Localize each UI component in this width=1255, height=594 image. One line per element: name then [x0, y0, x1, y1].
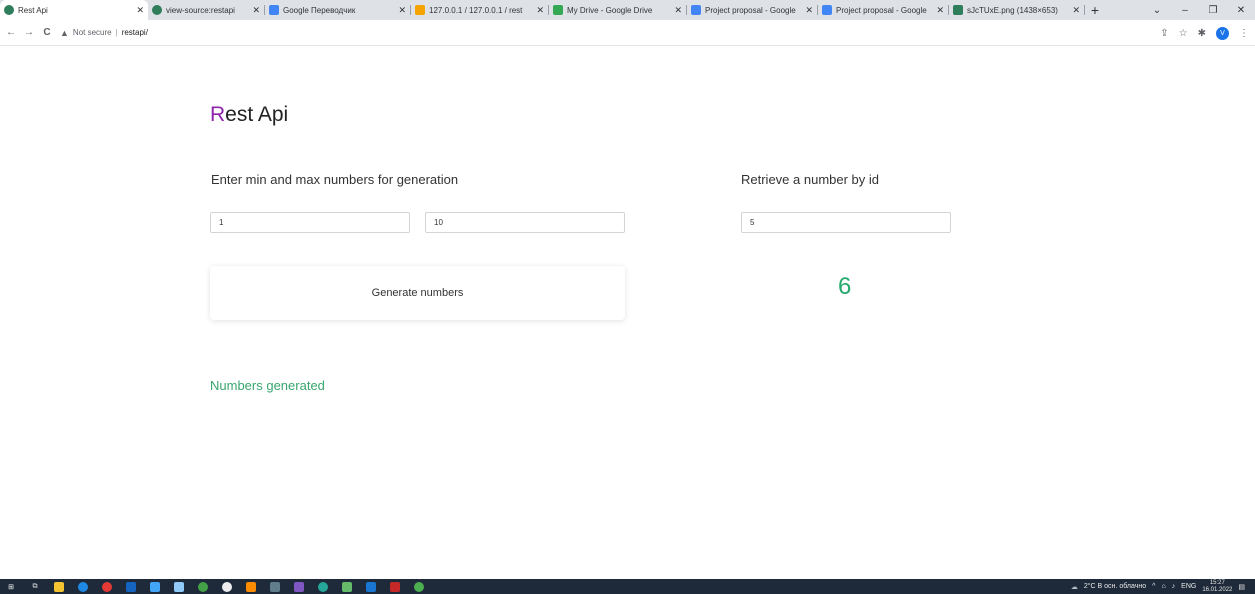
tab-label: Project proposal - Google — [705, 5, 796, 15]
save-icon[interactable] — [174, 581, 184, 592]
id-input[interactable] — [741, 212, 951, 233]
tab-google-drive[interactable]: My Drive - Google Drive ✕ — [549, 0, 686, 20]
back-button[interactable]: ← — [4, 26, 18, 40]
page-title: Rest Api — [210, 103, 288, 127]
docs-icon — [691, 5, 701, 15]
restore-button[interactable]: ❐ — [1199, 5, 1227, 16]
translate-icon — [269, 5, 279, 15]
url-separator: | — [115, 28, 118, 37]
retrieved-number: 6 — [838, 273, 852, 300]
tab-label: Project proposal - Google — [836, 5, 927, 15]
close-window-button[interactable]: ✕ — [1227, 5, 1255, 16]
weather-icon[interactable]: ☁ — [1071, 583, 1078, 591]
notifications-icon[interactable]: ▤ — [1238, 583, 1245, 591]
mail-icon[interactable] — [150, 581, 160, 592]
app-purple-icon[interactable] — [294, 581, 304, 592]
address-bar: ← → C ▲ Not secure | restapi/ ⇪ ☆ ✱ V ⋮ — [0, 20, 1255, 46]
max-number-input[interactable] — [425, 212, 625, 233]
system-tray: ☁ 2°C В осн. облачно ^ ⌂ ♪ ENG 15:27 16.… — [1071, 579, 1245, 594]
title-rest: est Api — [225, 103, 289, 126]
globe-icon — [152, 5, 162, 15]
close-icon[interactable]: ✕ — [936, 5, 944, 16]
clock-date: 16.01.2022 — [1202, 586, 1233, 593]
page-content: Rest Api Enter min and max numbers for g… — [0, 47, 1255, 579]
globe-icon — [4, 5, 14, 15]
clock[interactable]: 15:27 16.01.2022 — [1202, 580, 1232, 594]
tab-label: view-source:restapi — [166, 5, 235, 15]
tab-google-translate[interactable]: Google Переводчик ✕ — [265, 0, 410, 20]
new-tab-button[interactable]: + — [1085, 0, 1105, 20]
terminal-icon[interactable] — [126, 581, 136, 592]
title-accent-letter: R — [210, 103, 226, 126]
chrome-icon[interactable] — [102, 581, 112, 592]
close-icon[interactable]: ✕ — [398, 5, 406, 16]
app-green-icon[interactable] — [198, 581, 208, 592]
phpmyadmin-icon — [415, 5, 425, 15]
file-explorer-icon[interactable] — [54, 581, 64, 592]
close-icon[interactable]: ✕ — [252, 5, 260, 16]
browser-toolbar: ⇪ ☆ ✱ V ⋮ — [1160, 20, 1249, 46]
share-icon[interactable]: ⇪ — [1160, 28, 1168, 39]
chevron-up-icon[interactable]: ^ — [1152, 583, 1155, 590]
tab-label: My Drive - Google Drive — [567, 5, 653, 15]
windows-taskbar: ⊞ ⧉ ☁ 2°C В осн. облачно ^ ⌂ ♪ ENG 15:27… — [0, 579, 1255, 594]
omnibox[interactable]: ▲ Not secure | restapi/ — [60, 24, 148, 42]
clock-time: 15:27 — [1209, 579, 1225, 586]
browser-tab-bar: Rest Api ✕ view-source:restapi ✕ Google … — [0, 0, 1255, 20]
warning-icon[interactable]: ▲ — [60, 28, 69, 38]
close-icon[interactable]: ✕ — [805, 5, 813, 16]
min-number-input[interactable] — [210, 212, 410, 233]
tab-view-source[interactable]: view-source:restapi ✕ — [148, 0, 264, 20]
calculator-icon[interactable] — [270, 581, 280, 592]
network-icon[interactable]: ⌂ — [1161, 583, 1165, 590]
tab-image-png[interactable]: sJcTUxE.png (1438×653) ✕ — [949, 0, 1084, 20]
language-indicator[interactable]: ENG — [1181, 583, 1196, 590]
star-icon[interactable]: ☆ — [1179, 28, 1188, 39]
extensions-icon[interactable]: ✱ — [1198, 28, 1206, 39]
weather-text[interactable]: 2°C В осн. облачно — [1084, 583, 1146, 590]
vscode-icon[interactable] — [366, 581, 376, 592]
volume-icon[interactable]: ♪ — [1172, 583, 1176, 590]
close-icon[interactable]: ✕ — [1072, 5, 1080, 16]
generate-numbers-button[interactable]: Generate numbers — [210, 266, 625, 320]
app-orange-icon[interactable] — [246, 581, 256, 592]
drive-icon — [553, 5, 563, 15]
tab-label: Google Переводчик — [283, 5, 356, 15]
tab-label: Rest Api — [18, 5, 48, 15]
task-view-icon[interactable]: ⧉ — [30, 582, 40, 592]
tab-phpmyadmin[interactable]: 127.0.0.1 / 127.0.0.1 / rest ✕ — [411, 0, 548, 20]
tab-project-proposal-1[interactable]: Project proposal - Google ✕ — [687, 0, 817, 20]
tab-search-button[interactable]: ⌄ — [1143, 5, 1171, 16]
tab-label: 127.0.0.1 / 127.0.0.1 / rest — [429, 5, 523, 15]
globe-icon[interactable] — [318, 581, 328, 592]
app-green-2-icon[interactable] — [414, 581, 424, 592]
chat-icon[interactable] — [342, 581, 352, 592]
forward-button[interactable]: → — [22, 26, 36, 40]
minimize-button[interactable]: – — [1171, 5, 1199, 16]
window-controls: ⌄ – ❐ ✕ — [1143, 0, 1255, 20]
url-text[interactable]: restapi/ — [122, 28, 148, 37]
windows-start-icon[interactable]: ⊞ — [6, 582, 16, 592]
image-icon — [953, 5, 963, 15]
close-icon[interactable]: ✕ — [136, 5, 144, 16]
close-icon[interactable]: ✕ — [536, 5, 544, 16]
close-icon[interactable]: ✕ — [674, 5, 682, 16]
generate-heading: Enter min and max numbers for generation — [211, 172, 459, 187]
reload-button[interactable]: C — [40, 26, 54, 40]
menu-icon[interactable]: ⋮ — [1239, 28, 1249, 39]
edge-icon[interactable] — [78, 581, 88, 592]
retrieve-heading: Retrieve a number by id — [741, 172, 880, 187]
tab-project-proposal-2[interactable]: Project proposal - Google ✕ — [818, 0, 948, 20]
filezilla-icon[interactable] — [390, 581, 400, 592]
profile-avatar[interactable]: V — [1216, 26, 1229, 40]
app-white-icon[interactable] — [222, 581, 232, 592]
docs-icon — [822, 5, 832, 15]
status-message: Numbers generated — [210, 378, 325, 393]
tab-label: sJcTUxE.png (1438×653) — [967, 5, 1058, 15]
security-label: Not secure — [72, 28, 112, 37]
tab-rest-api[interactable]: Rest Api ✕ — [0, 0, 148, 20]
